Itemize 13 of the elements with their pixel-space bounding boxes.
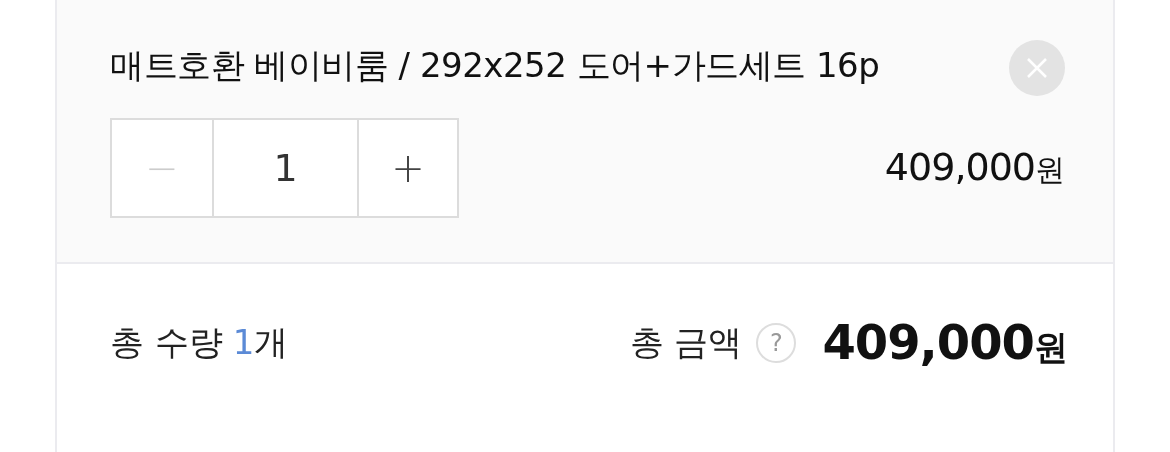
option-price: 409,000: [884, 145, 1035, 189]
total-price: 409,000: [822, 314, 1034, 370]
currency-unit: 원: [1035, 151, 1065, 189]
quantity-field[interactable]: 1: [212, 120, 357, 216]
quantity-count: 1: [232, 321, 255, 362]
currency-unit: 원: [1034, 326, 1068, 369]
increase-button[interactable]: +: [357, 120, 457, 216]
close-button[interactable]: [1009, 40, 1065, 96]
product-title: 매트호환 베이비룸 / 292x252 도어+가드세트 16p: [110, 44, 881, 87]
quantity-unit: 개: [254, 320, 289, 364]
total-label: 총 금액: [629, 320, 743, 364]
quantity-label: 총 수량: [110, 320, 223, 364]
close-icon: [1026, 57, 1048, 79]
